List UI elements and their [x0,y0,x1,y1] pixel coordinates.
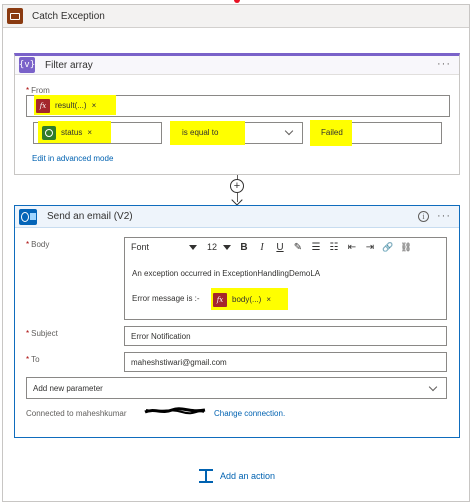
font-size-value: 12 [207,242,218,252]
info-icon[interactable]: i [418,211,429,222]
font-size-select[interactable]: 12 [203,238,235,256]
numbered-list-icon[interactable]: ☷ [325,238,343,256]
change-connection-link[interactable]: Change connection. [214,409,285,418]
subject-value: Error Notification [131,332,191,341]
bold-button[interactable]: B [235,238,253,256]
add-action-icon [199,469,213,483]
add-new-parameter-select[interactable]: Add new parameter [26,377,447,399]
body-token-remove-icon[interactable]: × [266,295,271,304]
add-action-label: Add an action [220,471,276,481]
italic-button[interactable]: I [253,238,271,256]
from-token[interactable]: fx result(...) × [36,97,96,114]
body-token[interactable]: fx body(...) × [213,291,271,308]
scope-header[interactable]: Catch Exception [3,5,469,28]
edit-advanced-mode-link[interactable]: Edit in advanced mode [32,154,113,163]
from-label: * From [26,86,50,95]
caret-down-icon [189,245,197,250]
error-indicator [234,0,240,3]
subject-label: * Subject [26,329,58,338]
condition-right-value: Failed [321,128,343,137]
scope-title: Catch Exception [32,10,105,22]
link-icon[interactable]: 🔗 [379,238,397,256]
outlook-icon [19,208,37,225]
operator-value: is equal to [182,128,219,137]
connection-status: Connected to maheshkumar [26,409,127,418]
body-line-2: Error message is :- [132,294,200,303]
rich-text-toolbar: Font 12 B I U ✎ ☰ ☷ ⇤ ⇥ 🔗 ⛓ [124,237,447,257]
unlink-icon[interactable]: ⛓ [397,238,415,256]
send-email-title: Send an email (V2) [47,211,133,222]
pen-icon[interactable]: ✎ [289,238,307,256]
to-value: maheshstiwari@gmail.com [131,358,227,367]
font-select[interactable]: Font [125,238,203,256]
redaction-scribble [144,407,206,415]
status-token-icon [42,125,56,140]
indent-icon[interactable]: ⇥ [361,238,379,256]
send-email-header[interactable]: Send an email (V2) i ··· [15,206,459,228]
body-line-1: An exception occurred in ExceptionHandli… [132,269,321,278]
status-token-label: status [61,128,83,137]
to-label: * To [26,355,40,364]
add-parameter-label: Add new parameter [33,384,103,393]
email-more-options-button[interactable]: ··· [437,210,451,222]
from-token-label: result(...) [55,101,87,110]
underline-button[interactable]: U [271,238,289,256]
font-value: Font [131,242,150,252]
filter-array-title: Filter array [45,59,93,71]
insert-step-button[interactable]: + [230,179,244,193]
body-label: * Body [26,240,50,249]
filter-array-header[interactable]: {v} Filter array ··· [15,56,459,75]
subject-input[interactable]: Error Notification [124,326,447,346]
add-action-button[interactable]: Add an action [199,469,275,483]
filter-more-options-button[interactable]: ··· [437,58,451,70]
status-token-remove-icon[interactable]: × [87,128,92,137]
bullet-list-icon[interactable]: ☰ [307,238,325,256]
filter-array-icon: {v} [19,57,35,73]
function-icon: fx [36,98,50,113]
outdent-icon[interactable]: ⇤ [343,238,361,256]
body-token-label: body(...) [232,295,262,304]
from-token-remove-icon[interactable]: × [92,101,97,110]
to-input[interactable]: maheshstiwari@gmail.com [124,352,447,372]
status-token[interactable]: status × [42,124,92,141]
function-icon: fx [213,292,227,307]
caret-down-icon [223,245,231,250]
scope-icon [7,8,23,24]
